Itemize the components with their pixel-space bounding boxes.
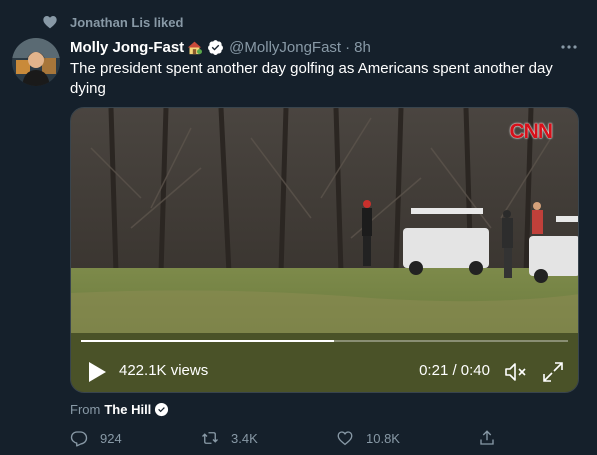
reply-icon (70, 431, 88, 447)
social-context[interactable]: Jonathan Lis liked (42, 12, 183, 32)
share-icon (480, 430, 494, 445)
video-progress-bar[interactable] (81, 340, 568, 342)
tweet-actions: 924 3.4K 10.8K (70, 428, 500, 448)
muted-speaker-icon[interactable] (504, 361, 528, 383)
avatar[interactable] (12, 38, 60, 86)
house-emoji-icon (188, 41, 203, 54)
source-prefix: From (70, 401, 101, 417)
tweet-header: Molly Jong-Fast @MollyJongFast · 8h (70, 37, 371, 57)
reply-button[interactable]: 924 (70, 428, 122, 448)
fullscreen-icon[interactable] (542, 361, 564, 383)
retweet-icon (202, 432, 218, 444)
golfer (362, 200, 372, 266)
video-frame (71, 108, 578, 392)
view-count: 422.1K views (119, 362, 209, 379)
source-name[interactable]: The Hill (104, 402, 151, 417)
retweet-button[interactable]: 3.4K (201, 428, 258, 448)
video-progress-fill (81, 340, 335, 342)
share-button[interactable] (478, 428, 496, 448)
avatar-image (12, 38, 60, 86)
heart-icon (43, 16, 57, 29)
more-options-icon[interactable] (560, 40, 578, 54)
separator-dot: · (345, 38, 351, 56)
verified-badge-icon (208, 39, 224, 55)
reply-count: 924 (100, 430, 122, 446)
video-player[interactable]: CNN 422.1K views 0:21 / 0:40 (70, 107, 579, 393)
social-context-label: Jonathan Lis liked (70, 14, 184, 30)
retweet-count: 3.4K (231, 430, 258, 446)
author-handle[interactable]: @MollyJongFast (229, 39, 341, 56)
tweet-timestamp[interactable]: 8h (354, 39, 371, 56)
tweet-text: The president spent another day golfing … (70, 60, 553, 97)
like-count: 10.8K (366, 430, 400, 446)
video-source: From The Hill (70, 401, 169, 417)
author-name[interactable]: Molly Jong-Fast (70, 39, 184, 56)
play-icon[interactable] (87, 361, 107, 383)
heart-icon (337, 431, 353, 446)
cnn-watermark: CNN (509, 120, 553, 143)
verified-badge-icon (155, 402, 169, 416)
video-timecode: 0:21 / 0:40 (419, 362, 490, 379)
like-button[interactable]: 10.8K (336, 428, 400, 448)
